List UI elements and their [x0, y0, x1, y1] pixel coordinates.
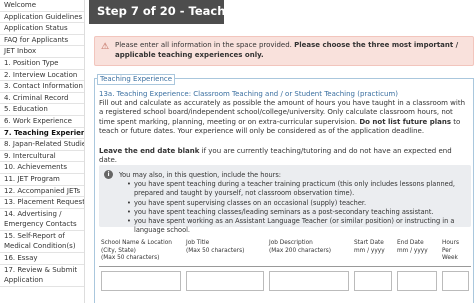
- column-header-start-date-line1: Start Date: [354, 240, 384, 246]
- alert-text: Please enter all information in the spac…: [115, 41, 295, 49]
- sidebar-item-welcome[interactable]: Welcome: [0, 0, 84, 12]
- sidebar-item-teaching-experience[interactable]: 7. Teaching Experience: [0, 128, 84, 140]
- end-date-note: Leave the end date blank if you are curr…: [99, 147, 469, 165]
- list-item: you have spent supervising classes on an…: [127, 199, 467, 209]
- page-title: Step 7 of 20 - Teaching Experience: [89, 0, 321, 24]
- sidebar-item-work-experience[interactable]: 6. Work Experience: [0, 116, 84, 128]
- column-header-hours-line2: Per: [442, 247, 452, 254]
- sidebar-item-placement-requests[interactable]: 13. Placement Requests: [0, 197, 84, 209]
- column-header-hours: Hours Per Week: [442, 240, 459, 263]
- main-content: Step 7 of 20 - Teaching Experience ⚠ Ple…: [89, 0, 474, 303]
- sidebar-item-japan-related-studies[interactable]: 8. Japan-Related Studies: [0, 139, 84, 151]
- info-intro: You may also, in this question, include …: [119, 171, 282, 179]
- column-header-job-title: Job Title (Max 50 characters): [186, 240, 244, 255]
- column-header-job-description-line2: (Max 200 characters): [269, 247, 332, 254]
- sidebar-item-position-type[interactable]: 1. Position Type: [0, 58, 84, 70]
- sidebar-item-application-status[interactable]: Application Status: [0, 23, 84, 35]
- column-header-end-date-line1: End Date: [397, 240, 424, 246]
- instructions-text: Fill out and calculate as accurately as …: [99, 99, 469, 136]
- column-header-hours-line1: Hours: [442, 240, 459, 246]
- column-header-job-title-line1: Job Title: [186, 240, 210, 246]
- sidebar: Welcome Application Guidelines Applicati…: [0, 0, 85, 303]
- column-header-start-date-line2: mm / yyyy: [354, 247, 385, 254]
- column-header-hours-line3: Week: [442, 255, 458, 262]
- sidebar-item-criminal-record[interactable]: 4. Criminal Record: [0, 93, 84, 105]
- column-header-end-date: End Date mm / yyyy: [397, 240, 428, 255]
- school-name-field[interactable]: [101, 271, 181, 291]
- sidebar-item-faq[interactable]: FAQ for Applicants: [0, 35, 84, 47]
- table-row: [99, 271, 471, 291]
- sidebar-item-jet-program[interactable]: 11. JET Program: [0, 174, 84, 186]
- column-header-job-title-line2: (Max 50 characters): [186, 247, 245, 254]
- column-header-school-line2: (City, State): [101, 247, 136, 254]
- sidebar-item-intercultural[interactable]: 9. Intercultural: [0, 151, 84, 163]
- column-header-school: School Name & Location (City, State) (Ma…: [101, 240, 172, 263]
- list-item: you have spent working as an Assistant L…: [127, 217, 467, 236]
- start-date-field[interactable]: [354, 271, 392, 291]
- column-header-end-date-line2: mm / yyyy: [397, 247, 428, 254]
- sidebar-item-contact-information[interactable]: 3. Contact Information: [0, 81, 84, 93]
- job-description-field[interactable]: [269, 271, 349, 291]
- sidebar-item-achievements[interactable]: 10. Achievements: [0, 162, 84, 174]
- info-list: you have spent teaching during a teacher…: [127, 180, 467, 236]
- info-icon: i: [104, 170, 113, 179]
- end-date-field[interactable]: [397, 271, 437, 291]
- sidebar-item-review-submit[interactable]: 17. Review & Submit Application: [0, 265, 84, 287]
- instructions-bold: Do not list future plans: [359, 117, 452, 126]
- info-box: i You may also, in this question, includ…: [99, 165, 471, 234]
- column-header-job-description: Job Description (Max 200 characters): [269, 240, 331, 255]
- warning-icon: ⚠: [101, 42, 110, 52]
- column-header-start-date: Start Date mm / yyyy: [354, 240, 385, 255]
- sidebar-item-accompanied-jets[interactable]: 12. Accompanied JETs: [0, 186, 84, 198]
- fieldset-legend: Teaching Experience: [97, 74, 176, 85]
- sidebar-item-advertising-emergency[interactable]: 14. Advertising / Emergency Contacts: [0, 209, 84, 231]
- sidebar-item-jet-inbox[interactable]: JET Inbox: [0, 46, 84, 58]
- sidebar-item-medical-condition[interactable]: 15. Self-Report of Medical Condition(s): [0, 231, 84, 254]
- sidebar-item-interview-location[interactable]: 2. Interview Location: [0, 70, 84, 82]
- end-date-note-bold: Leave the end date blank: [99, 147, 200, 155]
- section-title: 13a. Teaching Experience: Classroom Teac…: [99, 90, 398, 98]
- sidebar-item-education[interactable]: 5. Education: [0, 104, 84, 116]
- sidebar-item-application-guidelines[interactable]: Application Guidelines: [0, 12, 84, 24]
- hours-per-week-field[interactable]: [442, 271, 469, 291]
- list-item: you have spent teaching classes/leading …: [127, 208, 467, 218]
- teaching-experience-fieldset: Teaching Experience 13a. Teaching Experi…: [94, 74, 474, 303]
- column-header-school-line3: (Max 50 characters): [101, 255, 160, 262]
- alert-banner: ⚠ Please enter all information in the sp…: [94, 36, 474, 66]
- table-header: School Name & Location (City, State) (Ma…: [99, 237, 471, 267]
- job-title-field[interactable]: [186, 271, 264, 291]
- column-header-school-line1: School Name & Location: [101, 240, 172, 246]
- list-item: you have spent teaching during a teacher…: [127, 180, 467, 199]
- sidebar-item-essay[interactable]: 16. Essay: [0, 253, 84, 265]
- column-header-job-description-line1: Job Description: [269, 240, 313, 246]
